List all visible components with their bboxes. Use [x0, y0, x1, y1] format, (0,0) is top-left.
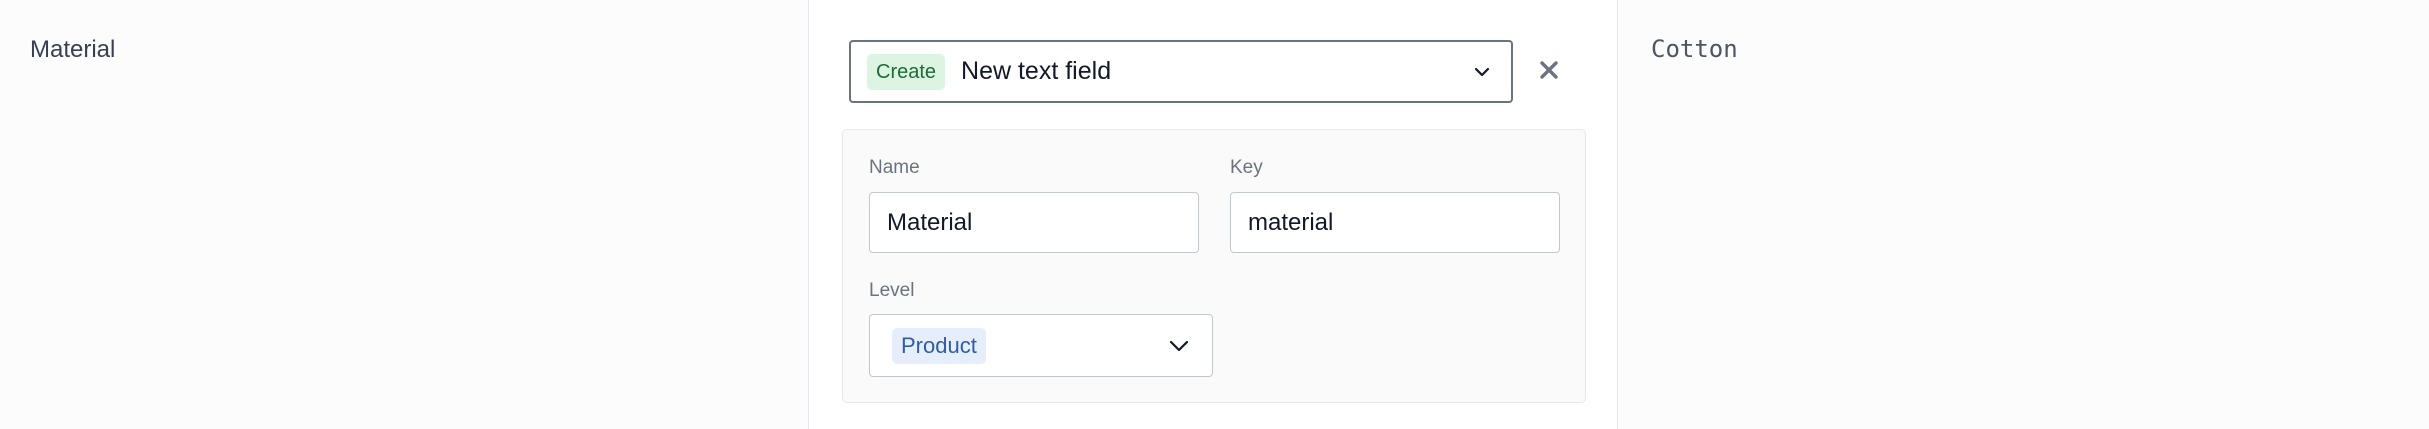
field-mapping-row: Material Create New text field Name K — [0, 0, 2429, 429]
clear-mapping-button[interactable] — [1535, 58, 1563, 86]
new-field-form: Name Key Level Product — [842, 129, 1586, 403]
chevron-down-icon — [1168, 335, 1190, 357]
preview-column: Cotton — [1618, 0, 2429, 429]
mapping-selected-value: New text field — [961, 57, 1112, 85]
close-icon — [1539, 60, 1559, 85]
source-field-column: Material — [0, 0, 808, 429]
create-badge: Create — [867, 53, 946, 90]
key-label: Key — [1230, 157, 1263, 178]
level-dropdown[interactable]: Product — [869, 314, 1213, 377]
name-label: Name — [869, 157, 920, 178]
chevron-down-icon — [1473, 63, 1491, 81]
mapping-column: Create New text field Name Key Level — [808, 0, 1618, 429]
source-field-label: Material — [30, 36, 116, 63]
level-label: Level — [869, 280, 915, 301]
name-input[interactable] — [869, 192, 1199, 253]
key-input[interactable] — [1230, 192, 1560, 253]
level-selected-badge: Product — [892, 327, 986, 364]
preview-value: Cotton — [1651, 35, 1738, 63]
mapping-dropdown[interactable]: Create New text field — [849, 40, 1513, 103]
